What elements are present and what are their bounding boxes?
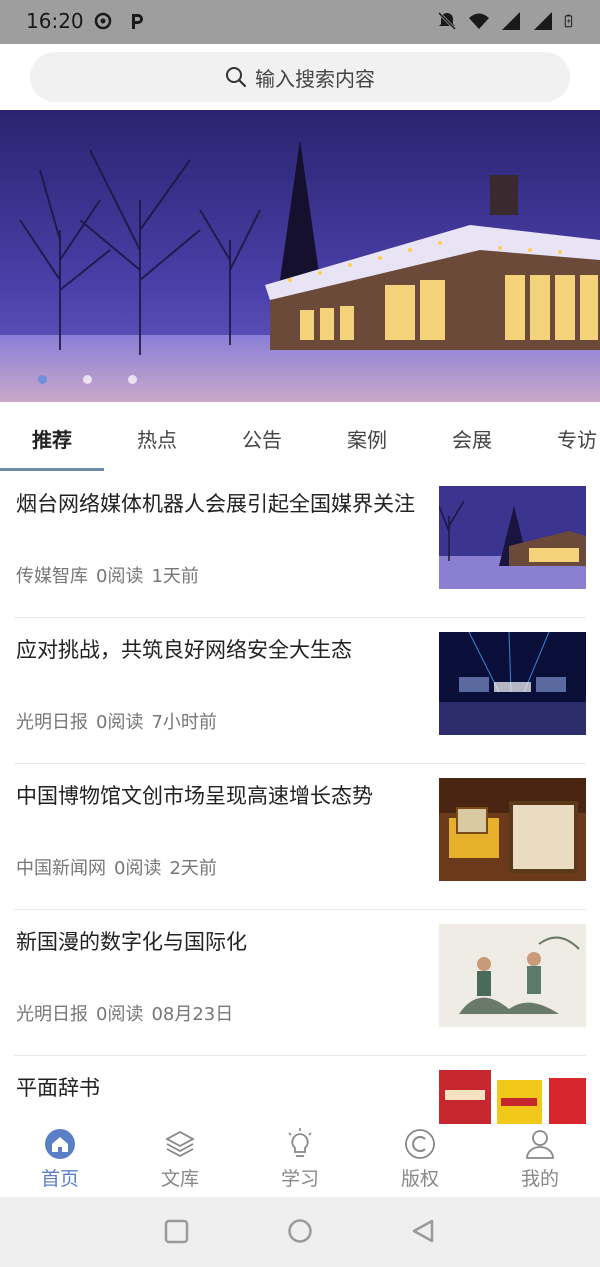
news-time: 08月23日 xyxy=(151,1004,234,1025)
search-bar: 输入搜索内容 xyxy=(0,44,600,110)
list-item[interactable]: 应对挑战，共筑良好网络安全大生态 光明日报 0阅读 7小时前 xyxy=(14,618,586,764)
news-meta: 中国新闻网 0阅读 2天前 xyxy=(16,854,217,880)
tab-announcement[interactable]: 公告 xyxy=(242,424,282,453)
status-time: 16:20 xyxy=(26,9,84,33)
wifi-icon xyxy=(469,13,489,29)
news-meta: 传媒智库 0阅读 1天前 xyxy=(16,562,199,588)
news-title: 烟台网络媒体机器人会展引起全国媒界关注 xyxy=(16,492,415,516)
nav-copyright[interactable]: 版权 xyxy=(360,1128,480,1194)
tab-cases[interactable]: 案例 xyxy=(347,424,387,453)
search-placeholder: 输入搜索内容 xyxy=(255,66,375,91)
tab-hot[interactable]: 热点 xyxy=(137,424,177,453)
news-time: 2天前 xyxy=(169,858,217,879)
nav-study[interactable]: 学习 xyxy=(240,1128,360,1194)
news-source: 中国新闻网 xyxy=(16,858,106,879)
status-bar: 16:20 xyxy=(0,0,600,44)
user-icon xyxy=(526,1130,554,1159)
banner-carousel[interactable] xyxy=(0,110,600,402)
nav-library[interactable]: 文库 xyxy=(120,1128,240,1194)
recents-button[interactable] xyxy=(164,1219,189,1244)
news-list: 烟台网络媒体机器人会展引起全国媒界关注 传媒智库 0阅读 1天前 应对挑战，共筑… xyxy=(0,472,600,1124)
news-reads: 0阅读 xyxy=(114,858,162,879)
home-icon xyxy=(45,1129,75,1159)
news-title: 新国漫的数字化与国际化 xyxy=(16,930,247,954)
nav-label: 版权 xyxy=(400,1168,439,1190)
search-input[interactable]: 输入搜索内容 xyxy=(30,52,570,102)
news-title: 应对挑战，共筑良好网络安全大生态 xyxy=(16,638,352,662)
news-thumbnail xyxy=(439,486,586,589)
p-app-icon xyxy=(132,14,143,29)
list-item[interactable]: 中国博物馆文创市场呈现高速增长态势 中国新闻网 0阅读 2天前 xyxy=(14,764,586,910)
sync-app-icon xyxy=(94,12,112,30)
list-item[interactable]: 烟台网络媒体机器人会展引起全国媒界关注 传媒智库 0阅读 1天前 xyxy=(14,472,586,618)
news-source: 传媒智库 xyxy=(16,566,88,587)
tab-indicator xyxy=(0,468,104,471)
nav-label: 我的 xyxy=(520,1168,559,1190)
category-tabs: 推荐 热点 公告 案例 会展 专访 xyxy=(0,402,600,472)
news-reads: 0阅读 xyxy=(96,712,144,733)
battery-icon xyxy=(564,14,573,28)
list-item[interactable]: 平面辞书 xyxy=(14,1056,586,1124)
tab-recommend[interactable]: 推荐 xyxy=(32,424,72,453)
news-meta: 光明日报 0阅读 08月23日 xyxy=(16,1000,233,1026)
news-thumbnail xyxy=(439,778,586,881)
home-button[interactable] xyxy=(288,1219,312,1243)
news-thumbnail xyxy=(439,1070,586,1124)
news-thumbnail xyxy=(439,924,586,1027)
news-title: 中国博物馆文创市场呈现高速增长态势 xyxy=(16,784,373,808)
nav-label: 首页 xyxy=(40,1168,79,1190)
bell-muted-icon xyxy=(437,11,457,31)
carousel-dots xyxy=(38,375,137,384)
banner-image xyxy=(0,110,600,402)
list-item[interactable]: 新国漫的数字化与国际化 光明日报 0阅读 08月23日 xyxy=(14,910,586,1056)
news-time: 1天前 xyxy=(151,566,199,587)
back-button[interactable] xyxy=(412,1219,434,1243)
news-source: 光明日报 xyxy=(16,1004,88,1025)
layers-icon xyxy=(165,1130,195,1158)
news-time: 7小时前 xyxy=(151,712,217,733)
news-title: 平面辞书 xyxy=(16,1076,100,1100)
carousel-dot[interactable] xyxy=(128,375,137,384)
nav-label: 学习 xyxy=(280,1168,319,1190)
carousel-dot[interactable] xyxy=(83,375,92,384)
tab-exhibition[interactable]: 会展 xyxy=(452,424,492,453)
copyright-icon xyxy=(405,1129,435,1159)
nav-profile[interactable]: 我的 xyxy=(480,1128,600,1194)
nav-home[interactable]: 首页 xyxy=(0,1128,120,1194)
signal-icon xyxy=(502,12,520,30)
signal-icon xyxy=(534,12,552,30)
news-source: 光明日报 xyxy=(16,712,88,733)
carousel-dot[interactable] xyxy=(38,375,47,384)
news-meta: 光明日报 0阅读 7小时前 xyxy=(16,708,217,734)
news-reads: 0阅读 xyxy=(96,566,144,587)
news-reads: 0阅读 xyxy=(96,1004,144,1025)
lightbulb-icon xyxy=(288,1128,312,1157)
tab-interview[interactable]: 专访 xyxy=(557,424,597,453)
search-icon xyxy=(226,67,247,88)
nav-label: 文库 xyxy=(160,1168,199,1190)
bottom-nav: 首页 文库 学习 版权 我的 xyxy=(0,1124,600,1197)
news-thumbnail xyxy=(439,632,586,735)
system-nav-bar xyxy=(0,1197,600,1267)
